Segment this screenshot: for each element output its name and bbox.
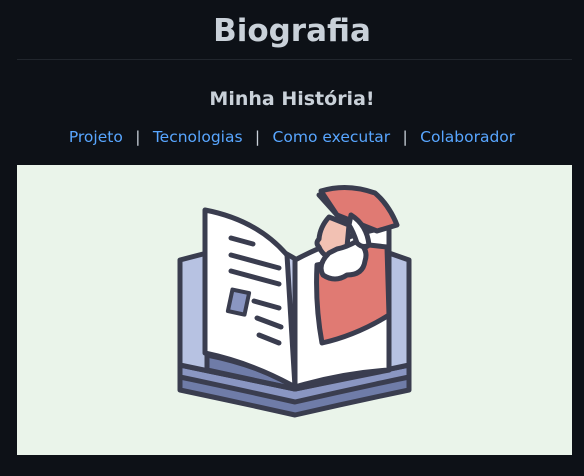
nav-separator: | [402,128,408,146]
nav-link-tecnologias[interactable]: Tecnologias [153,128,243,146]
nav-separator: | [135,128,141,146]
readme-page: Biografia Minha História! Projeto | Tecnol… [0,0,584,476]
book-biography-icon [177,185,412,418]
nav-link-como-executar[interactable]: Como executar [273,128,391,146]
nav-link-projeto[interactable]: Projeto [69,128,123,146]
page-title: Biografia [213,13,371,49]
title-divider [17,59,572,60]
hero-banner [17,165,572,455]
section-nav: Projeto | Tecnologias | Como executar | Colabo… [0,126,584,148]
nav-link-colaborador[interactable]: Colaborador [420,128,515,146]
page-subtitle: Minha História! [209,88,375,110]
nav-separator: | [254,128,261,146]
